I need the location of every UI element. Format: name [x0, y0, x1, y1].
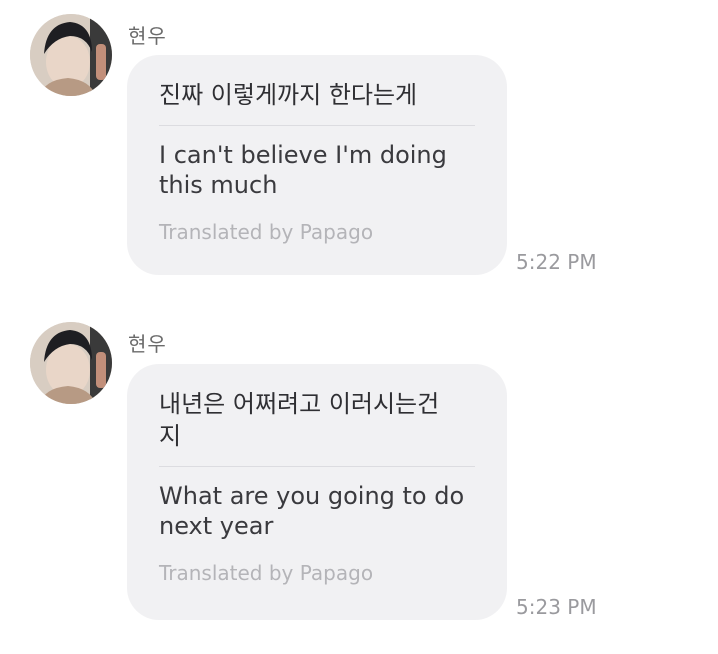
chat-thread: 현우 진짜 이렇게까지 한다는게 I can't believe I'm doi… [0, 0, 718, 654]
divider [159, 125, 475, 126]
message-bubble[interactable]: 진짜 이렇게까지 한다는게 I can't believe I'm doing … [127, 55, 507, 275]
translation-credit: Translated by Papago [159, 220, 374, 244]
avatar[interactable] [30, 322, 112, 404]
original-text: 진짜 이렇게까지 한다는게 [159, 81, 418, 109]
translated-text: I can't believe I'm doing this much [159, 141, 447, 199]
translated-text: What are you going to do next year [159, 482, 465, 540]
timestamp: 5:22 PM [516, 250, 597, 274]
sender-name: 현우 [128, 24, 167, 48]
divider [159, 466, 475, 467]
sender-name: 현우 [128, 332, 167, 356]
timestamp: 5:23 PM [516, 595, 597, 619]
message-bubble[interactable]: 내년은 어쩌려고 이러시는건지 What are you going to do… [127, 364, 507, 620]
translation-credit: Translated by Papago [159, 561, 374, 585]
avatar-photo-icon [30, 14, 112, 96]
original-text: 내년은 어쩌려고 이러시는건지 [159, 390, 440, 450]
avatar[interactable] [30, 14, 112, 96]
avatar-photo-icon [30, 322, 112, 404]
